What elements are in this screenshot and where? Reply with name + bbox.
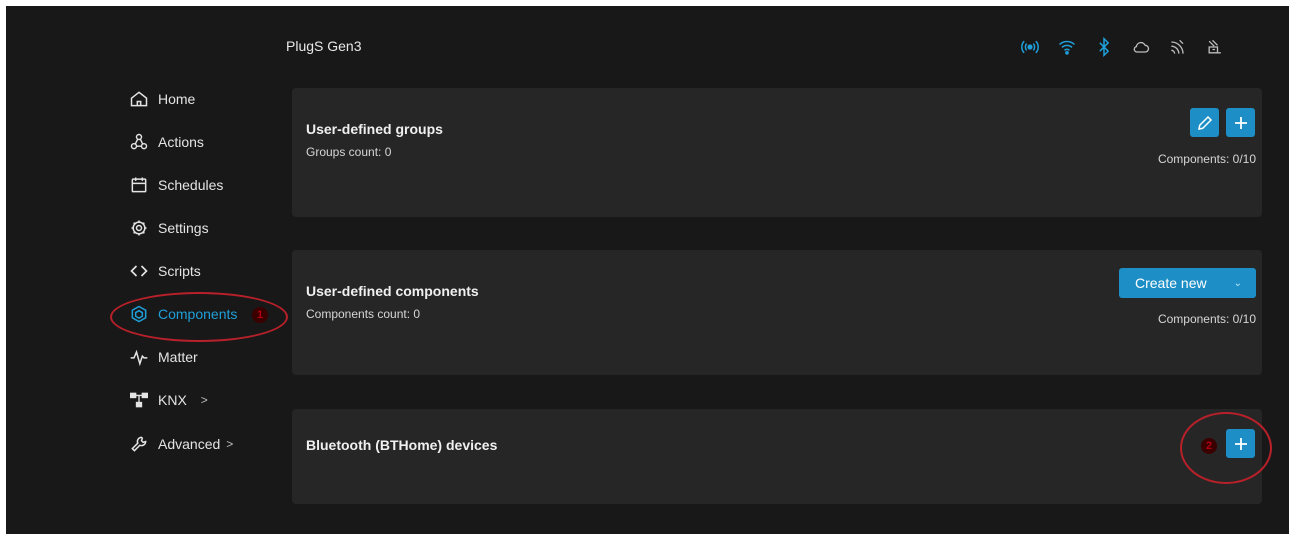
sidebar-item-label: Home [158,91,196,107]
add-group-button[interactable] [1226,108,1255,137]
chevron-down-icon[interactable]: ⌄ [1234,278,1242,289]
step-marker-1: 1 [252,307,268,323]
sidebar-item-label: Advanced [158,436,221,452]
sidebar-item-label: Settings [158,220,209,236]
sidebar-item-matter[interactable]: Matter [128,344,198,370]
sidebar-item-schedules[interactable]: Schedules [128,172,223,198]
home-icon [128,88,150,110]
sidebar-item-label: Schedules [158,177,224,193]
sidebar-item-label: Scripts [158,263,201,279]
websocket-icon[interactable] [1203,36,1227,58]
sidebar-item-scripts[interactable]: Scripts [128,258,201,284]
chevron-right-icon[interactable]: > [226,437,233,451]
actions-icon [128,131,150,153]
pencil-icon [1197,115,1212,130]
bluetooth-title: Bluetooth (BTHome) devices [306,437,498,453]
wrench-icon [128,433,150,455]
sidebar-item-home[interactable]: Home [128,86,195,112]
sidebar-item-actions[interactable]: Actions [128,129,204,155]
sidebar-item-label: Matter [158,349,198,365]
code-icon [128,260,150,282]
plus-icon [1234,116,1247,129]
bluetooth-icon[interactable] [1092,36,1116,58]
step-marker-2: 2 [1201,438,1217,454]
sidebar-item-settings[interactable]: Settings [128,215,209,241]
sidebar-item-label: KNX [158,392,187,408]
chevron-right-icon[interactable]: > [201,393,208,407]
signal-broadcast-icon[interactable] [1018,36,1042,58]
components-count: Components count: 0 [306,307,421,321]
matter-icon [128,346,150,368]
calendar-icon [128,174,150,196]
components-components-count: Components: 0/10 [1157,312,1256,326]
bluetooth-card: Bluetooth (BTHome) devices [292,409,1262,504]
edit-groups-button[interactable] [1190,108,1219,137]
groups-card: User-defined groups Groups count: 0 Comp… [292,88,1262,217]
highlight-ellipse [1180,412,1272,484]
create-new-label: Create new [1135,275,1207,291]
knx-icon [128,389,150,411]
gear-icon [128,217,150,239]
status-bar [1018,34,1227,60]
sidebar-item-label: Actions [158,134,204,150]
groups-count: Groups count: 0 [306,145,392,159]
mqtt-icon[interactable] [1166,36,1190,58]
device-title: PlugS Gen3 [286,38,362,54]
components-title: User-defined components [306,283,479,299]
sidebar-item-knx[interactable]: KNX > [128,387,208,413]
wifi-icon[interactable] [1055,36,1079,58]
cloud-icon[interactable] [1129,36,1153,58]
sidebar-item-advanced[interactable]: Advanced > [128,431,233,457]
create-new-button[interactable]: Create new ⌄ [1119,268,1256,298]
groups-components-count: Components: 0/10 [1157,152,1256,166]
groups-title: User-defined groups [306,121,443,137]
components-card: User-defined components Components count… [292,250,1262,375]
